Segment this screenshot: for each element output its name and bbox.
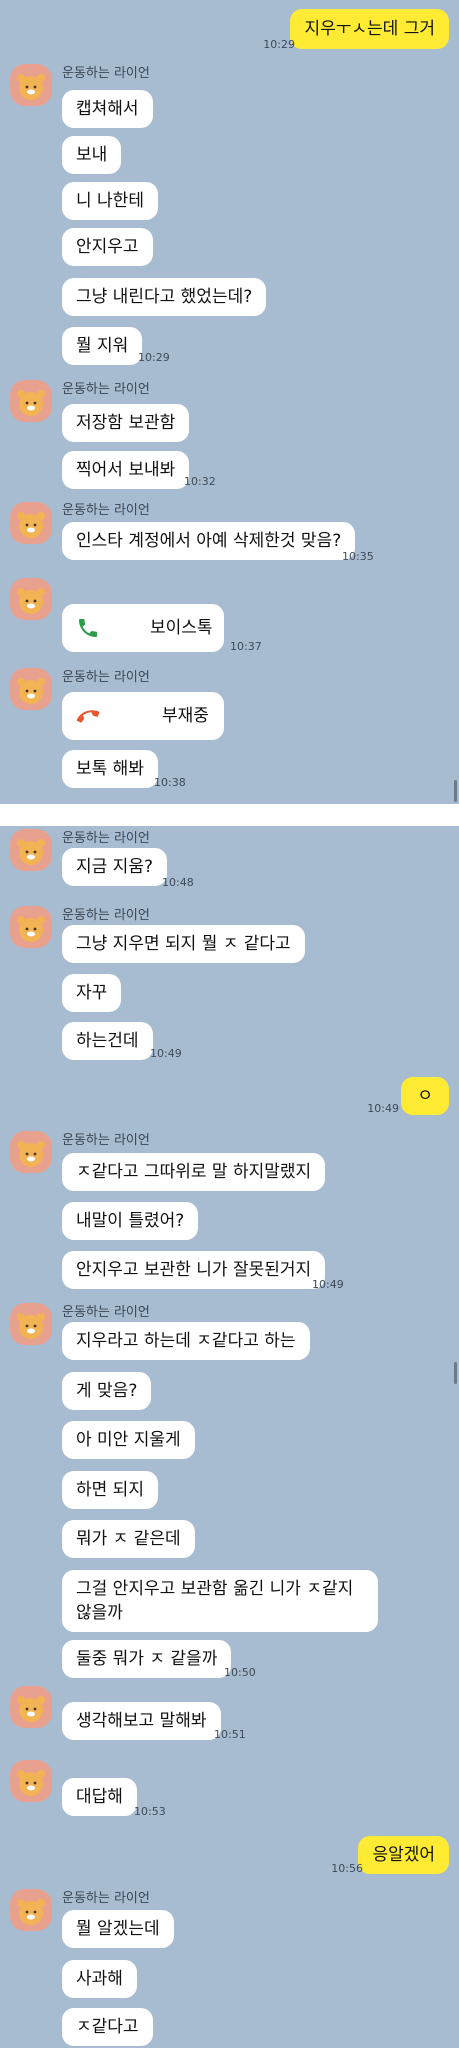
avatar[interactable] bbox=[10, 829, 52, 871]
screenshot-divider bbox=[0, 804, 459, 826]
message-time: 10:56 bbox=[331, 1862, 363, 1875]
my-message-bubble[interactable]: 응알겠어 bbox=[358, 1836, 449, 1874]
sender-name: 운동하는 라이언 bbox=[62, 382, 150, 397]
message-bubble[interactable]: 지금 지움? bbox=[62, 848, 167, 886]
message-bubble[interactable]: 뭘 알겠는데 bbox=[62, 1910, 174, 1948]
avatar[interactable] bbox=[10, 668, 52, 710]
message-bubble[interactable]: 뭘 지워 bbox=[62, 327, 143, 365]
phone-icon bbox=[79, 619, 97, 637]
message-time: 10:51 bbox=[214, 1728, 246, 1741]
my-message-bubble[interactable]: 지우ㅜㅅ는데 그거 bbox=[290, 9, 449, 49]
message-bubble[interactable]: 게 맞음? bbox=[62, 1372, 152, 1410]
sender-name: 운동하는 라이언 bbox=[62, 66, 150, 81]
voice-call-bubble[interactable]: 보이스톡 bbox=[62, 604, 224, 652]
avatar[interactable] bbox=[10, 1131, 52, 1173]
avatar[interactable] bbox=[10, 1760, 52, 1802]
message-time: 10:50 bbox=[224, 1666, 256, 1679]
missed-call-icon bbox=[76, 710, 100, 723]
message-bubble[interactable]: 인스타 계정에서 아예 삭제한것 맞음? bbox=[62, 522, 356, 560]
call-label: 보이스톡 bbox=[150, 618, 213, 638]
scrollbar[interactable] bbox=[454, 1362, 457, 1384]
message-bubble[interactable]: 아 미안 지울게 bbox=[62, 1421, 195, 1459]
message-bubble[interactable]: ㅈ같다고 그따위로 말 하지말랬지 bbox=[62, 1153, 326, 1191]
avatar[interactable] bbox=[10, 1686, 52, 1728]
message-time: 10:48 bbox=[162, 876, 194, 889]
message-time: 10:49 bbox=[367, 1102, 399, 1115]
sender-name: 운동하는 라이언 bbox=[62, 1891, 150, 1906]
avatar[interactable] bbox=[10, 1889, 52, 1931]
message-bubble[interactable]: 하면 되지 bbox=[62, 1471, 158, 1509]
message-bubble[interactable]: 그냥 지우면 되지 뭘 ㅈ 같다고 bbox=[62, 925, 305, 963]
message-bubble[interactable]: 지우라고 하는데 ㅈ같다고 하는 bbox=[62, 1322, 310, 1360]
message-bubble[interactable]: 그냥 내린다고 했었는데? bbox=[62, 278, 267, 316]
avatar[interactable] bbox=[10, 906, 52, 948]
my-message-bubble[interactable]: ㅇ bbox=[401, 1077, 449, 1115]
message-bubble[interactable]: 보톡 해봐 bbox=[62, 750, 158, 788]
avatar[interactable] bbox=[10, 1303, 52, 1345]
sender-name: 운동하는 라이언 bbox=[62, 503, 150, 518]
message-time: 10:29 bbox=[138, 351, 170, 364]
avatar[interactable] bbox=[10, 64, 52, 106]
message-bubble[interactable]: 찍어서 보내봐 bbox=[62, 451, 190, 489]
missed-call-bubble[interactable]: 부재중 bbox=[62, 692, 224, 740]
message-bubble[interactable]: 내말이 틀렸어? bbox=[62, 1202, 199, 1240]
message-time: 10:29 bbox=[263, 38, 295, 51]
message-bubble[interactable]: 그걸 안지우고 보관함 옮긴 니가 ㅈ같지 않을까 bbox=[62, 1570, 378, 1632]
message-bubble[interactable]: 생각해보고 말해봐 bbox=[62, 1702, 221, 1740]
message-time: 10:37 bbox=[230, 640, 262, 653]
avatar[interactable] bbox=[10, 502, 52, 544]
sender-name: 운동하는 라이언 bbox=[62, 1305, 150, 1320]
message-bubble[interactable]: 저장함 보관함 bbox=[62, 404, 190, 442]
sender-name: 운동하는 라이언 bbox=[62, 670, 150, 685]
scrollbar[interactable] bbox=[454, 780, 457, 802]
message-bubble[interactable]: 뭐가 ㅈ 같은데 bbox=[62, 1520, 195, 1558]
message-time: 10:32 bbox=[184, 475, 216, 488]
call-label: 부재중 bbox=[162, 706, 209, 726]
message-time: 10:38 bbox=[154, 776, 186, 789]
message-bubble[interactable]: 캡쳐해서 bbox=[62, 90, 153, 128]
message-bubble[interactable]: 자꾸 bbox=[62, 974, 122, 1012]
sender-name: 운동하는 라이언 bbox=[62, 908, 150, 923]
message-bubble[interactable]: 안지우고 보관한 니가 잘못된거지 bbox=[62, 1251, 326, 1289]
message-bubble[interactable]: 안지우고 bbox=[62, 228, 153, 266]
message-time: 10:53 bbox=[134, 1805, 166, 1818]
message-bubble[interactable]: 둘중 뭐가 ㅈ 같을까 bbox=[62, 1640, 232, 1678]
sender-name: 운동하는 라이언 bbox=[62, 1133, 150, 1148]
message-time: 10:35 bbox=[342, 550, 374, 563]
avatar[interactable] bbox=[10, 380, 52, 422]
avatar[interactable] bbox=[10, 578, 52, 620]
sender-name: 운동하는 라이언 bbox=[62, 831, 150, 846]
message-bubble[interactable]: ㅈ같다고 bbox=[62, 2008, 153, 2046]
message-bubble[interactable]: 니 나한테 bbox=[62, 182, 158, 220]
message-time: 10:49 bbox=[312, 1278, 344, 1291]
message-bubble[interactable]: 사과해 bbox=[62, 1960, 137, 1998]
message-bubble[interactable]: 보내 bbox=[62, 136, 122, 174]
message-bubble[interactable]: 하는건데 bbox=[62, 1022, 153, 1060]
message-time: 10:49 bbox=[150, 1047, 182, 1060]
message-bubble[interactable]: 대답해 bbox=[62, 1778, 137, 1816]
